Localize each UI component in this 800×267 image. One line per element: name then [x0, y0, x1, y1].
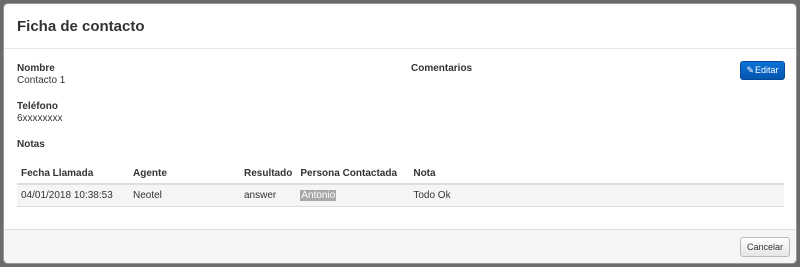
column-header-persona: Persona Contactada [296, 164, 410, 185]
cell-nota: Todo Ok [409, 184, 784, 207]
nombre-label: Nombre [17, 63, 55, 74]
telefono-value: 6xxxxxxxx [17, 113, 63, 124]
modal-header: Ficha de contacto [4, 4, 796, 49]
persona-highlight: Antonio [300, 189, 337, 201]
modal-title: Ficha de contacto [17, 18, 145, 35]
column-header-agente: Agente [129, 164, 240, 185]
cell-fecha: 04/01/2018 10:38:53 [17, 184, 129, 207]
column-header-nota: Nota [409, 164, 784, 185]
nombre-value: Contacto 1 [17, 75, 66, 86]
cell-resultado: answer [240, 184, 297, 207]
cell-agente: Neotel [129, 184, 240, 207]
column-header-fecha: Fecha Llamada [17, 164, 129, 185]
table-row[interactable]: 04/01/2018 10:38:53 Neotel answer Antoni… [17, 184, 784, 207]
pencil-icon: ✎ [746, 65, 755, 75]
edit-button-label: Editar [755, 65, 779, 75]
cell-persona: Antonio [296, 184, 410, 207]
column-header-resultado: Resultado [240, 164, 297, 185]
telefono-label: Teléfono [17, 101, 58, 112]
notes-table: Fecha Llamada Agente Resultado Persona C… [17, 164, 784, 207]
notas-label: Notas [17, 139, 45, 150]
comentarios-label: Comentarios [411, 63, 473, 74]
edit-button[interactable]: ✎Editar [740, 61, 785, 80]
cancel-button[interactable]: Cancelar [740, 237, 790, 257]
table-header-row: Fecha Llamada Agente Resultado Persona C… [17, 164, 784, 185]
contact-modal: Ficha de contacto Nombre Contacto 1 Telé… [3, 3, 797, 264]
modal-footer: Cancelar [4, 229, 796, 263]
